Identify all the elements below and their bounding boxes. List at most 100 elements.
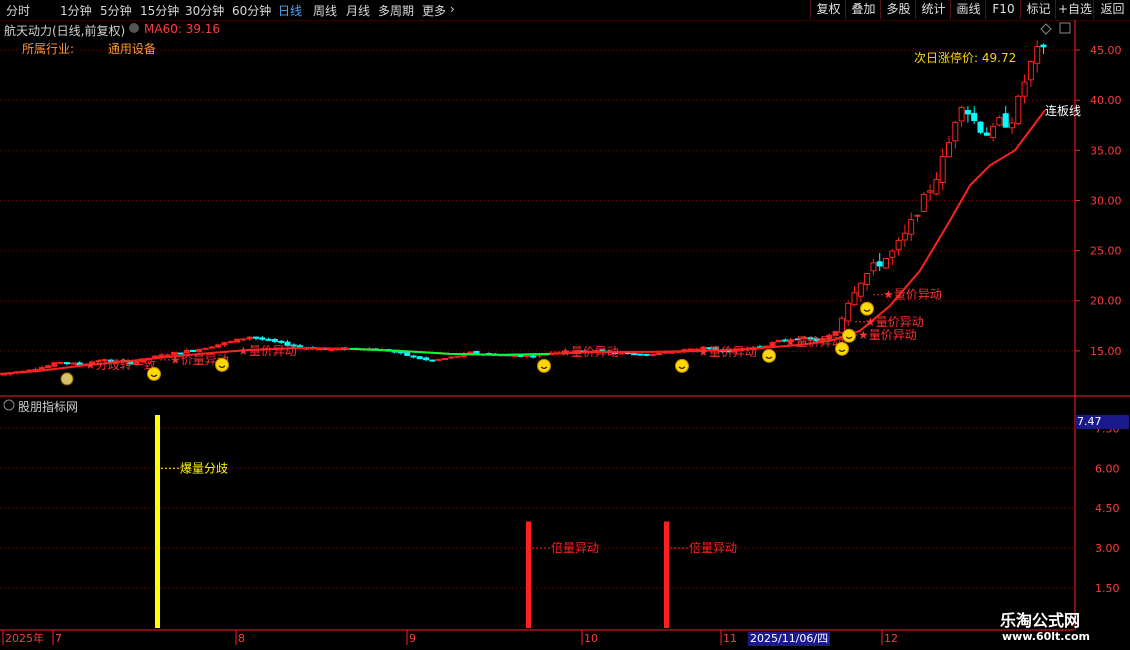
ma60-line-green-segment — [349, 347, 551, 356]
candle-body — [429, 359, 436, 362]
indicator-bar — [526, 521, 531, 628]
panel-toggle-icon[interactable] — [1059, 22, 1071, 34]
candle-body — [208, 346, 215, 349]
x-tick-label: 8 — [238, 632, 245, 645]
candle-body — [410, 355, 417, 358]
y-tick-label: 30.00 — [1090, 194, 1122, 207]
candle-body — [259, 337, 266, 340]
candle-body — [1015, 95, 1022, 125]
candle-body — [643, 353, 650, 356]
candle-body — [190, 349, 196, 352]
dropdown-chevron-icon[interactable] — [129, 23, 139, 33]
candle-body — [423, 357, 430, 361]
candle-body — [883, 257, 889, 269]
candle-body — [435, 358, 442, 361]
candle-body — [933, 178, 940, 195]
x-tick-label: 12 — [884, 632, 898, 645]
indicator-bar — [664, 521, 669, 628]
candle-body — [158, 354, 165, 358]
smile-icon — [675, 358, 689, 373]
candle-body — [857, 282, 864, 297]
candle-body — [977, 121, 984, 133]
candle-body — [442, 358, 448, 361]
candle-body — [1002, 113, 1009, 128]
limit-up-price: 次日涨停价: 49.72 — [914, 50, 1016, 65]
signal-label: ★量价异动 — [698, 345, 757, 359]
crosshair-date: 2025/11/06/四 — [748, 632, 831, 646]
indicator-current-value: 7.47 — [1075, 415, 1129, 429]
candle-body — [454, 355, 461, 358]
candle-body — [656, 352, 663, 356]
smile-icon — [835, 341, 849, 356]
candle-body — [876, 261, 883, 267]
diamond-icon[interactable] — [1040, 23, 1052, 35]
smile-icon — [762, 348, 776, 363]
candle-body — [297, 345, 304, 348]
x-tick-label: 9 — [409, 632, 416, 645]
smile-icon — [215, 357, 229, 372]
candle-body — [990, 125, 997, 138]
candle-body — [914, 214, 921, 217]
y-tick-label: 40.00 — [1090, 94, 1122, 107]
candle-body — [864, 272, 871, 286]
x-tick-label: 10 — [584, 632, 598, 645]
candle-body — [51, 362, 58, 367]
candle-body — [845, 302, 852, 322]
collapse-icon[interactable] — [3, 399, 15, 411]
y-tick-label: 15.00 — [1090, 345, 1122, 358]
candle-body — [530, 355, 537, 358]
candle-body — [45, 365, 52, 369]
candle-body — [234, 338, 241, 343]
candle-body — [240, 338, 247, 341]
candle-body — [946, 142, 952, 158]
candle-body — [901, 232, 908, 241]
candle-body — [253, 336, 259, 339]
candle-body — [1034, 46, 1041, 64]
candle-body — [215, 344, 222, 348]
candle-body — [278, 340, 285, 343]
candle-body — [927, 190, 934, 193]
indicator-bar-label: 倍量异动 — [689, 540, 737, 555]
indicator-bar-label: 倍量异动 — [551, 540, 599, 555]
signal-label: ★量价异动 — [865, 315, 924, 329]
money-bag-icon — [60, 372, 74, 386]
candle-body — [1021, 81, 1028, 97]
candle-body — [618, 352, 625, 355]
y-tick-label: 20.00 — [1090, 295, 1122, 308]
candle-body — [769, 342, 776, 347]
candle-body — [246, 336, 253, 340]
indicator-bar — [155, 415, 160, 628]
price-chart[interactable]: 15.00 20.00 25.00 30.00 35.00 40.00 45.00 1.50 3… — [0, 0, 1130, 650]
lower-y-tick-label: 3.00 — [1095, 542, 1120, 555]
indicator-bar-label: 爆量分歧 — [180, 461, 228, 475]
candle-body — [920, 193, 927, 212]
candle-body — [996, 117, 1003, 126]
candle-body — [404, 351, 411, 356]
candle-body — [416, 356, 423, 360]
lower-y-tick-label: 6.00 — [1095, 462, 1120, 475]
candle-body — [649, 353, 656, 356]
signal-label: ★量价异动 — [238, 344, 297, 358]
candle-body — [939, 156, 946, 184]
candle-body — [202, 347, 209, 350]
candle-body — [870, 262, 877, 272]
candle-body — [227, 340, 234, 343]
x-tick-label: 11 — [723, 632, 737, 645]
candle-body — [328, 348, 335, 351]
candle-body — [1009, 122, 1015, 129]
candle-body — [1027, 60, 1034, 81]
candle-body — [1040, 44, 1047, 48]
candle-body — [271, 339, 278, 342]
smile-icon — [147, 366, 161, 381]
candle-body — [473, 350, 480, 355]
candle-body — [448, 356, 455, 359]
signal-label: ★量价异动 — [785, 335, 844, 349]
limit-board-line-label: 连板线 — [1045, 103, 1081, 118]
candle-body — [631, 353, 637, 356]
signal-label: ★分歧转一致 — [85, 357, 156, 372]
candle-body — [983, 132, 990, 136]
candle-body — [851, 292, 858, 306]
candle-body — [838, 317, 845, 334]
smile-icon — [842, 328, 856, 343]
candle-body — [57, 361, 64, 364]
